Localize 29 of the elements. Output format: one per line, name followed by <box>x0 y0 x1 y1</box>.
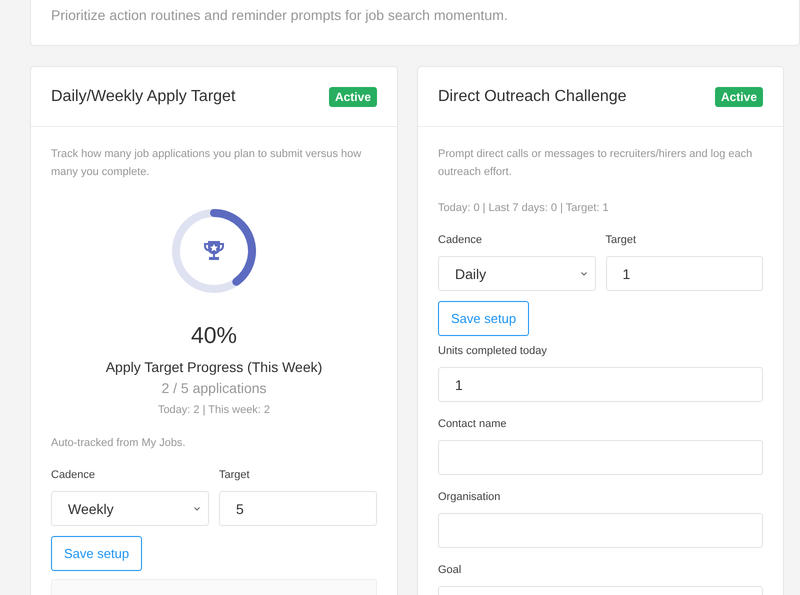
progress-stats: Today: 2 | This week: 2 <box>158 404 270 416</box>
caret-icon <box>580 272 586 276</box>
cadence-select[interactable]: Daily <box>438 256 596 291</box>
field-label: Target <box>606 233 638 247</box>
caret-icon <box>194 506 200 510</box>
field-label: Goal <box>438 563 462 577</box>
card-title: Daily/Weekly Apply Target <box>51 88 236 106</box>
intro-text: Prioritize action routines and reminder prompts for job search momentum. <box>51 7 508 23</box>
field-label: Contact name <box>438 417 508 431</box>
target-input[interactable]: 1 <box>606 256 763 291</box>
progress-count: 2 / 5 applications <box>161 380 267 396</box>
trophy-icon <box>203 239 225 261</box>
progress-percent: 40% <box>190 321 238 349</box>
status-badge: Active <box>328 86 377 106</box>
note-text: Auto-tracked from My Jobs. <box>51 436 186 450</box>
target-input[interactable]: 5 <box>219 491 377 526</box>
status-badge: Active <box>714 86 763 106</box>
input-field[interactable]: 1 <box>438 367 763 402</box>
field-label: Organisation <box>438 490 502 504</box>
field-label: Cadence <box>51 468 96 482</box>
note-text: Today: 0 | Last 7 days: 0 | Target: 1 <box>438 201 610 215</box>
progress-heading: Apply Target Progress (This Week) <box>106 359 322 375</box>
field-label: Cadence <box>438 233 484 247</box>
cadence-select[interactable]: Weekly <box>51 491 209 526</box>
field-label: Units completed today <box>438 344 548 358</box>
card-description: Track how many job applications you plan to submit versus how many you complete. <box>51 147 362 180</box>
card-description: Prompt direct calls or messages to recruiters/hirers and log each outreach effort. <box>438 147 754 180</box>
field-label: Target <box>219 468 251 482</box>
card-title: Direct Outreach Challenge <box>438 88 627 106</box>
